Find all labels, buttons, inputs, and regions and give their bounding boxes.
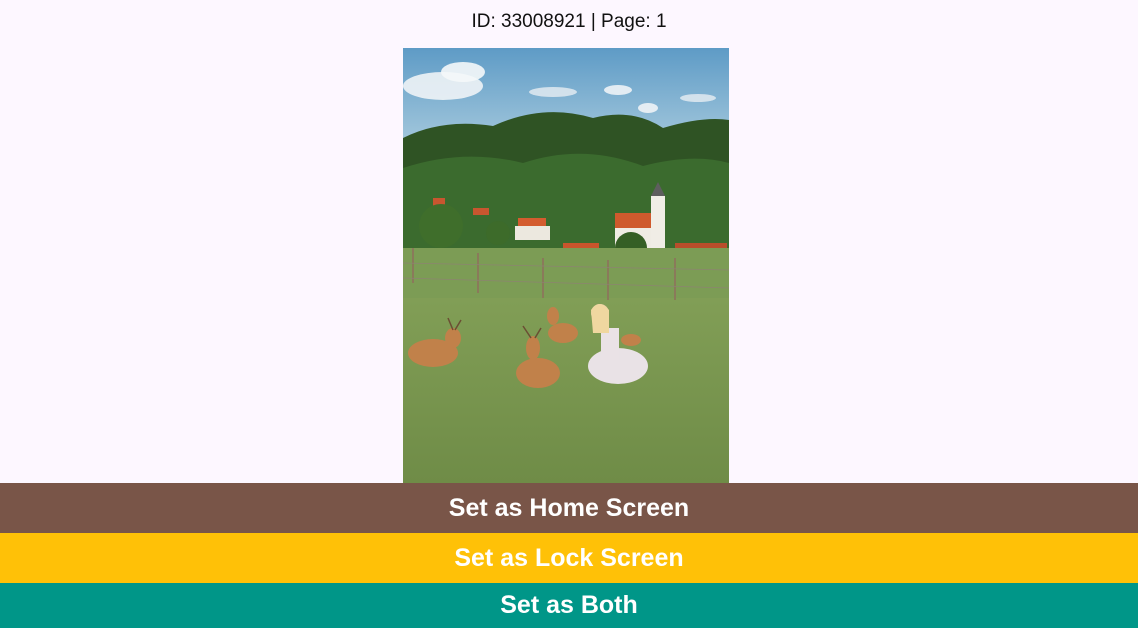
set-lock-screen-button[interactable]: Set as Lock Screen bbox=[0, 533, 1138, 583]
wallpaper-info-header: ID: 33008921 | Page: 1 bbox=[471, 11, 667, 32]
set-home-screen-button[interactable]: Set as Home Screen bbox=[0, 483, 1138, 533]
wallpaper-preview-image bbox=[403, 48, 729, 483]
set-both-button[interactable]: Set as Both bbox=[0, 583, 1138, 628]
